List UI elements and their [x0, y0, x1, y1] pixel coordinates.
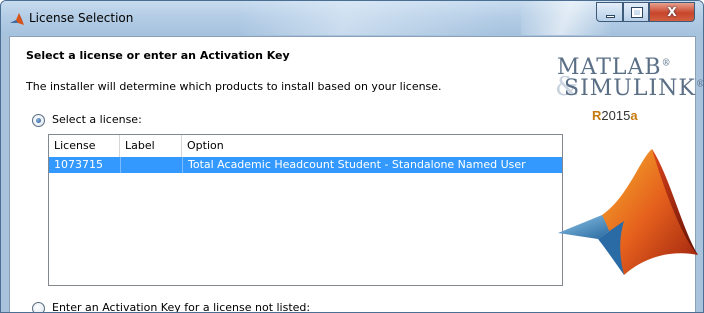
- dialog-description: The installer will determine which produ…: [26, 80, 442, 93]
- license-table-header: License Label Option: [49, 135, 562, 157]
- title-bar-glare: [241, 1, 501, 35]
- license-selection-window: License Selection X Select a license or …: [0, 0, 704, 313]
- cell-label: [120, 157, 182, 173]
- minimize-button[interactable]: [596, 2, 623, 22]
- cell-option: Total Academic Headcount Student - Stand…: [182, 157, 562, 173]
- column-header-label[interactable]: Label: [120, 135, 182, 157]
- activation-key-label[interactable]: Enter an Activation Key for a license no…: [52, 301, 310, 312]
- close-icon: X: [667, 5, 677, 19]
- minimize-icon: [606, 15, 615, 18]
- cell-license: 1073715: [54, 158, 103, 171]
- activation-key-radio[interactable]: [32, 302, 45, 312]
- matlab-membrane-logo: [558, 149, 698, 275]
- brand-simulink: SIMULINK®: [564, 76, 703, 101]
- dialog-heading: Select a license or enter an Activation …: [26, 49, 290, 62]
- column-header-license[interactable]: License: [49, 135, 120, 157]
- license-table[interactable]: License Label Option 1073715 Total Acade…: [48, 134, 563, 286]
- close-button[interactable]: X: [649, 2, 695, 22]
- select-license-radio[interactable]: [32, 114, 45, 127]
- maximize-button[interactable]: [623, 2, 649, 22]
- title-bar[interactable]: License Selection X: [1, 1, 703, 35]
- column-header-option[interactable]: Option: [182, 135, 562, 157]
- maximize-icon: [631, 7, 643, 18]
- table-row[interactable]: 1073715 Total Academic Headcount Student…: [49, 157, 562, 173]
- select-license-label[interactable]: Select a license:: [52, 113, 142, 126]
- dialog-body: Select a license or enter an Activation …: [9, 36, 703, 312]
- window-title: License Selection: [29, 11, 134, 25]
- matlab-membrane-icon: [10, 13, 24, 25]
- release-label: R2015a: [592, 108, 638, 123]
